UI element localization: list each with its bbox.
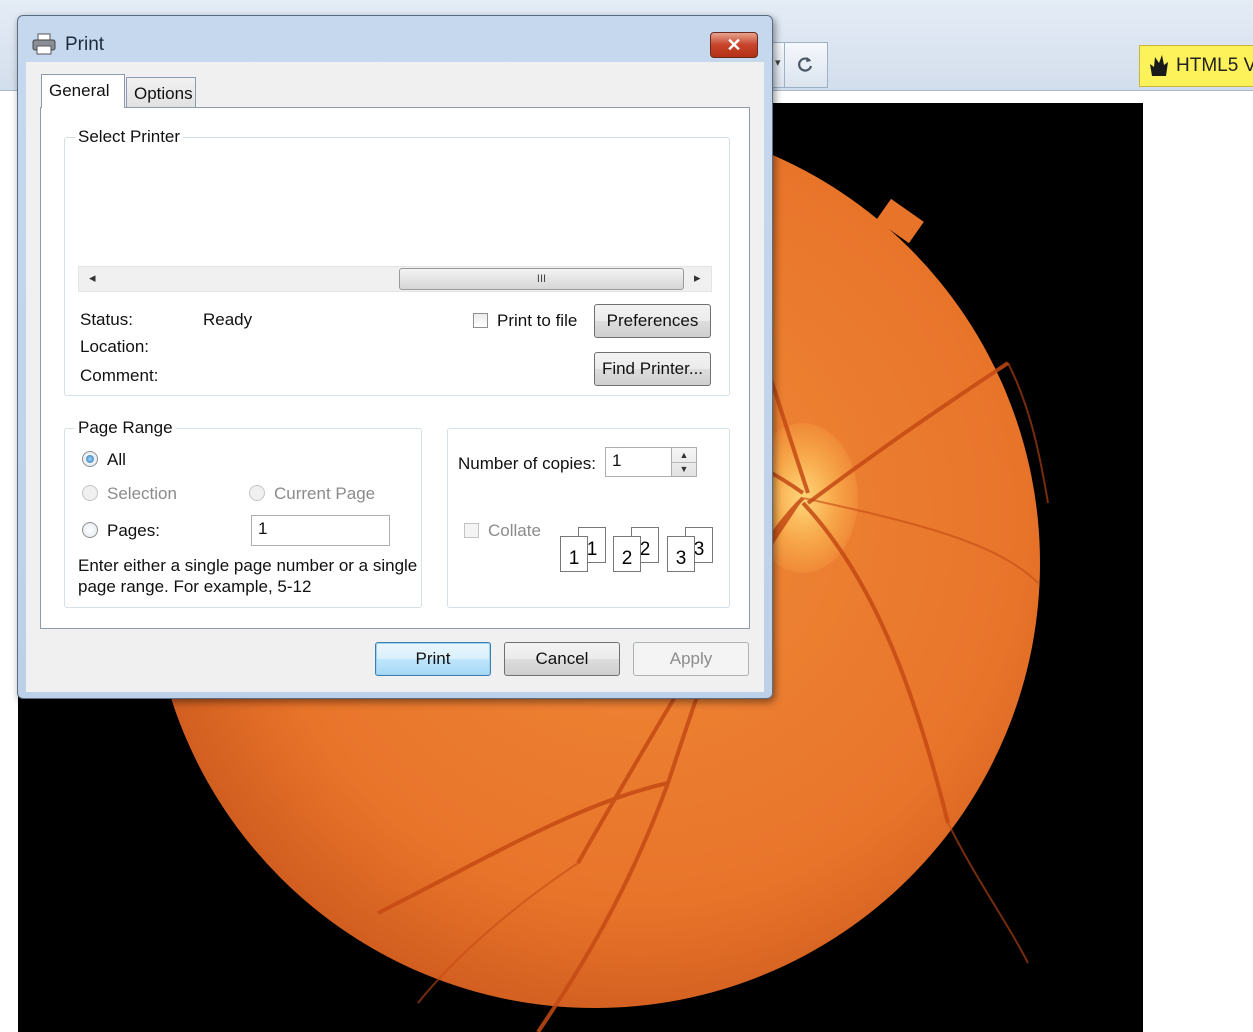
page-range-group: Page Range All Selection Current Page Pa… [64,418,422,608]
collate-checkbox[interactable] [464,523,479,538]
print-button[interactable]: Print [375,642,491,676]
pages-label[interactable]: Pages: [107,521,160,541]
pages-input[interactable]: 1 [251,515,390,546]
all-radio[interactable] [82,451,98,467]
refresh-button[interactable] [784,42,828,88]
pages-radio[interactable] [82,522,98,538]
page-range-help-line2: page range. For example, 5-12 [78,577,312,596]
html5-video-button[interactable]: HTML5 V [1139,45,1253,87]
copies-spinner[interactable]: ▲ ▼ [671,447,697,477]
scroll-thumb[interactable]: III [399,268,684,290]
dialog-client: General Options Select Printer ◂ III ▸ S… [26,62,764,692]
number-of-copies-label: Number of copies: [458,454,596,473]
close-icon: ✕ [726,34,742,55]
copies-group: Number of copies: 1 ▲ ▼ Collate 1 1 2 2 … [447,428,730,608]
collate-pages-2-icon: 2 2 [613,527,663,573]
scroll-left-icon[interactable]: ◂ [89,270,96,286]
collate-label[interactable]: Collate [488,521,541,541]
page-range-help-line1: Enter either a single page number or a s… [78,556,418,575]
dropdown-arrow-icon: ▾ [775,57,781,69]
current-page-radio[interactable] [249,485,265,501]
print-to-file-checkbox[interactable] [473,313,488,328]
page-range-label: Page Range [75,418,176,438]
preferences-button[interactable]: Preferences [594,304,711,338]
location-label: Location: [80,337,149,356]
print-dialog: Print ✕ General Options Select Printer ◂… [17,15,773,699]
printer-list-scrollbar[interactable]: ◂ III ▸ [78,266,712,292]
refresh-icon [798,57,813,72]
number-of-copies-input[interactable]: 1 [605,447,672,477]
close-button[interactable]: ✕ [710,32,758,58]
printer-icon [32,33,56,55]
html5-badge-icon [1150,55,1168,76]
general-tab-panel: Select Printer ◂ III ▸ Status: Ready Loc… [40,107,750,629]
scroll-right-icon[interactable]: ▸ [694,270,701,286]
apply-button[interactable]: Apply [633,642,749,676]
tab-general[interactable]: General [41,74,125,108]
selection-label[interactable]: Selection [107,484,177,504]
comment-label: Comment: [80,366,159,385]
status-value: Ready [203,310,253,329]
collate-page-front: 1 [560,536,588,572]
select-printer-label: Select Printer [75,127,184,147]
print-to-file-label[interactable]: Print to file [497,311,577,331]
select-printer-group: Select Printer ◂ III ▸ Status: Ready Loc… [64,127,730,396]
status-label: Status: [80,310,133,329]
html5-button-label: HTML5 V [1176,55,1253,76]
collate-page-front: 2 [613,536,641,572]
spin-up-icon[interactable]: ▲ [672,448,696,463]
cancel-button[interactable]: Cancel [504,642,620,676]
tab-options[interactable]: Options [126,77,196,108]
dialog-titlebar[interactable]: Print ✕ [18,16,772,62]
collate-page-front: 3 [667,536,695,572]
current-page-label[interactable]: Current Page [274,484,375,504]
dialog-title: Print [65,34,105,55]
printer-list[interactable] [78,152,712,264]
spin-down-icon[interactable]: ▼ [672,462,696,476]
selection-radio[interactable] [82,485,98,501]
all-label[interactable]: All [107,450,126,470]
collate-pages-3-icon: 3 3 [667,527,717,573]
find-printer-button[interactable]: Find Printer... [594,352,711,386]
collate-pages-1-icon: 1 1 [560,527,610,573]
